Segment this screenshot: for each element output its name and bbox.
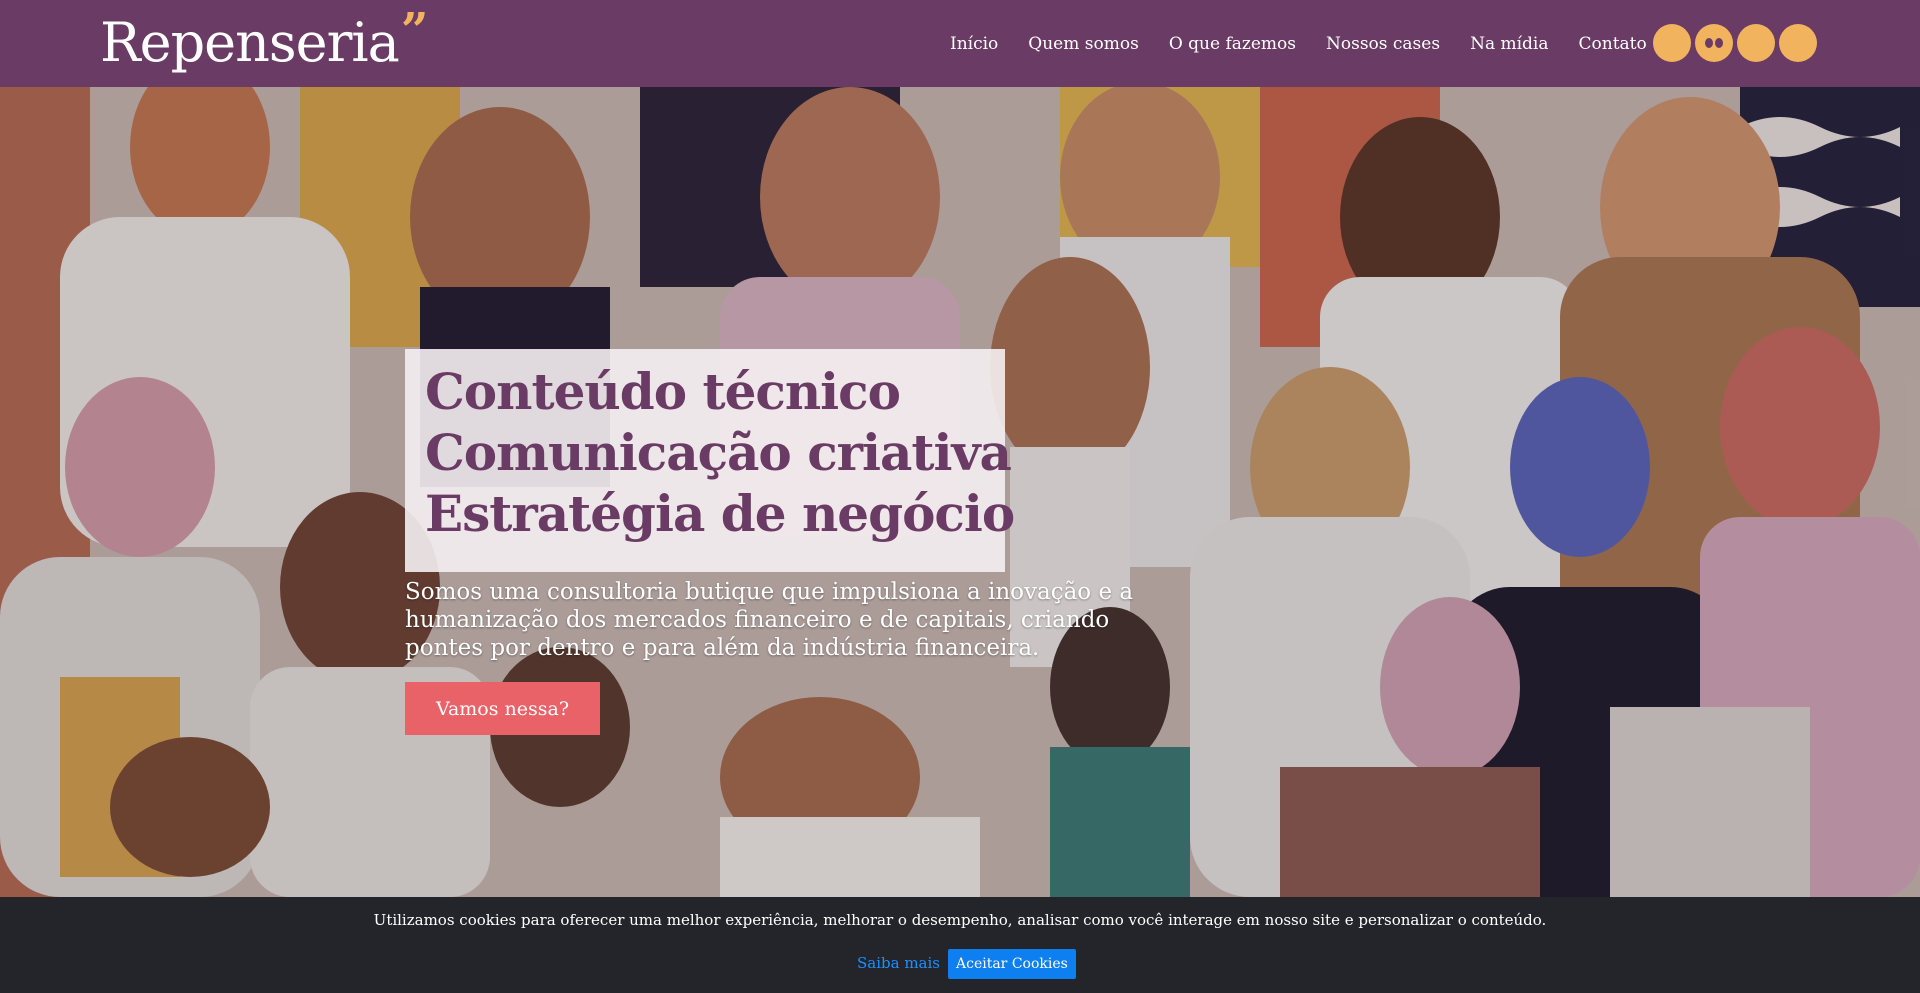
accept-cookies-button[interactable]: Aceitar Cookies bbox=[948, 949, 1076, 979]
main-nav: Início Quem somos O que fazemos Nossos c… bbox=[950, 0, 1677, 87]
logo[interactable]: Repenseria” bbox=[100, 3, 428, 80]
cookie-message: Utilizamos cookies para oferecer uma mel… bbox=[373, 911, 1547, 929]
headline-line-3: Estratégia de negócio bbox=[425, 484, 1015, 543]
headline-line-1: Conteúdo técnico bbox=[425, 362, 901, 421]
social-circle-icon[interactable] bbox=[1653, 24, 1691, 62]
site-header: Repenseria” Início Quem somos O que faze… bbox=[0, 0, 1920, 87]
cta-button[interactable]: Vamos nessa? bbox=[405, 682, 600, 735]
headline-line-2: Comunicação criativa bbox=[425, 423, 1012, 482]
nav-nossos-cases[interactable]: Nossos cases bbox=[1326, 34, 1440, 54]
headline-box: Conteúdo técnico Comunicação criativa Es… bbox=[405, 349, 1015, 572]
nav-inicio[interactable]: Início bbox=[950, 34, 998, 54]
nav-contato[interactable]: Contato bbox=[1579, 34, 1647, 54]
social-circle-icon[interactable] bbox=[1779, 24, 1817, 62]
nav-o-que-fazemos[interactable]: O que fazemos bbox=[1169, 34, 1296, 54]
hero-subtitle: Somos uma consultoria butique que impuls… bbox=[405, 579, 1134, 661]
nav-na-midia[interactable]: Na mídia bbox=[1470, 34, 1548, 54]
logo-quote: ” bbox=[400, 3, 429, 59]
social-circle-icon[interactable] bbox=[1737, 24, 1775, 62]
social-links bbox=[1653, 24, 1821, 62]
medium-icon[interactable] bbox=[1695, 24, 1733, 62]
logo-text: Repenseria bbox=[100, 11, 400, 74]
cookie-learn-more-link[interactable]: Saiba mais bbox=[857, 954, 940, 972]
nav-quem-somos[interactable]: Quem somos bbox=[1028, 34, 1139, 54]
